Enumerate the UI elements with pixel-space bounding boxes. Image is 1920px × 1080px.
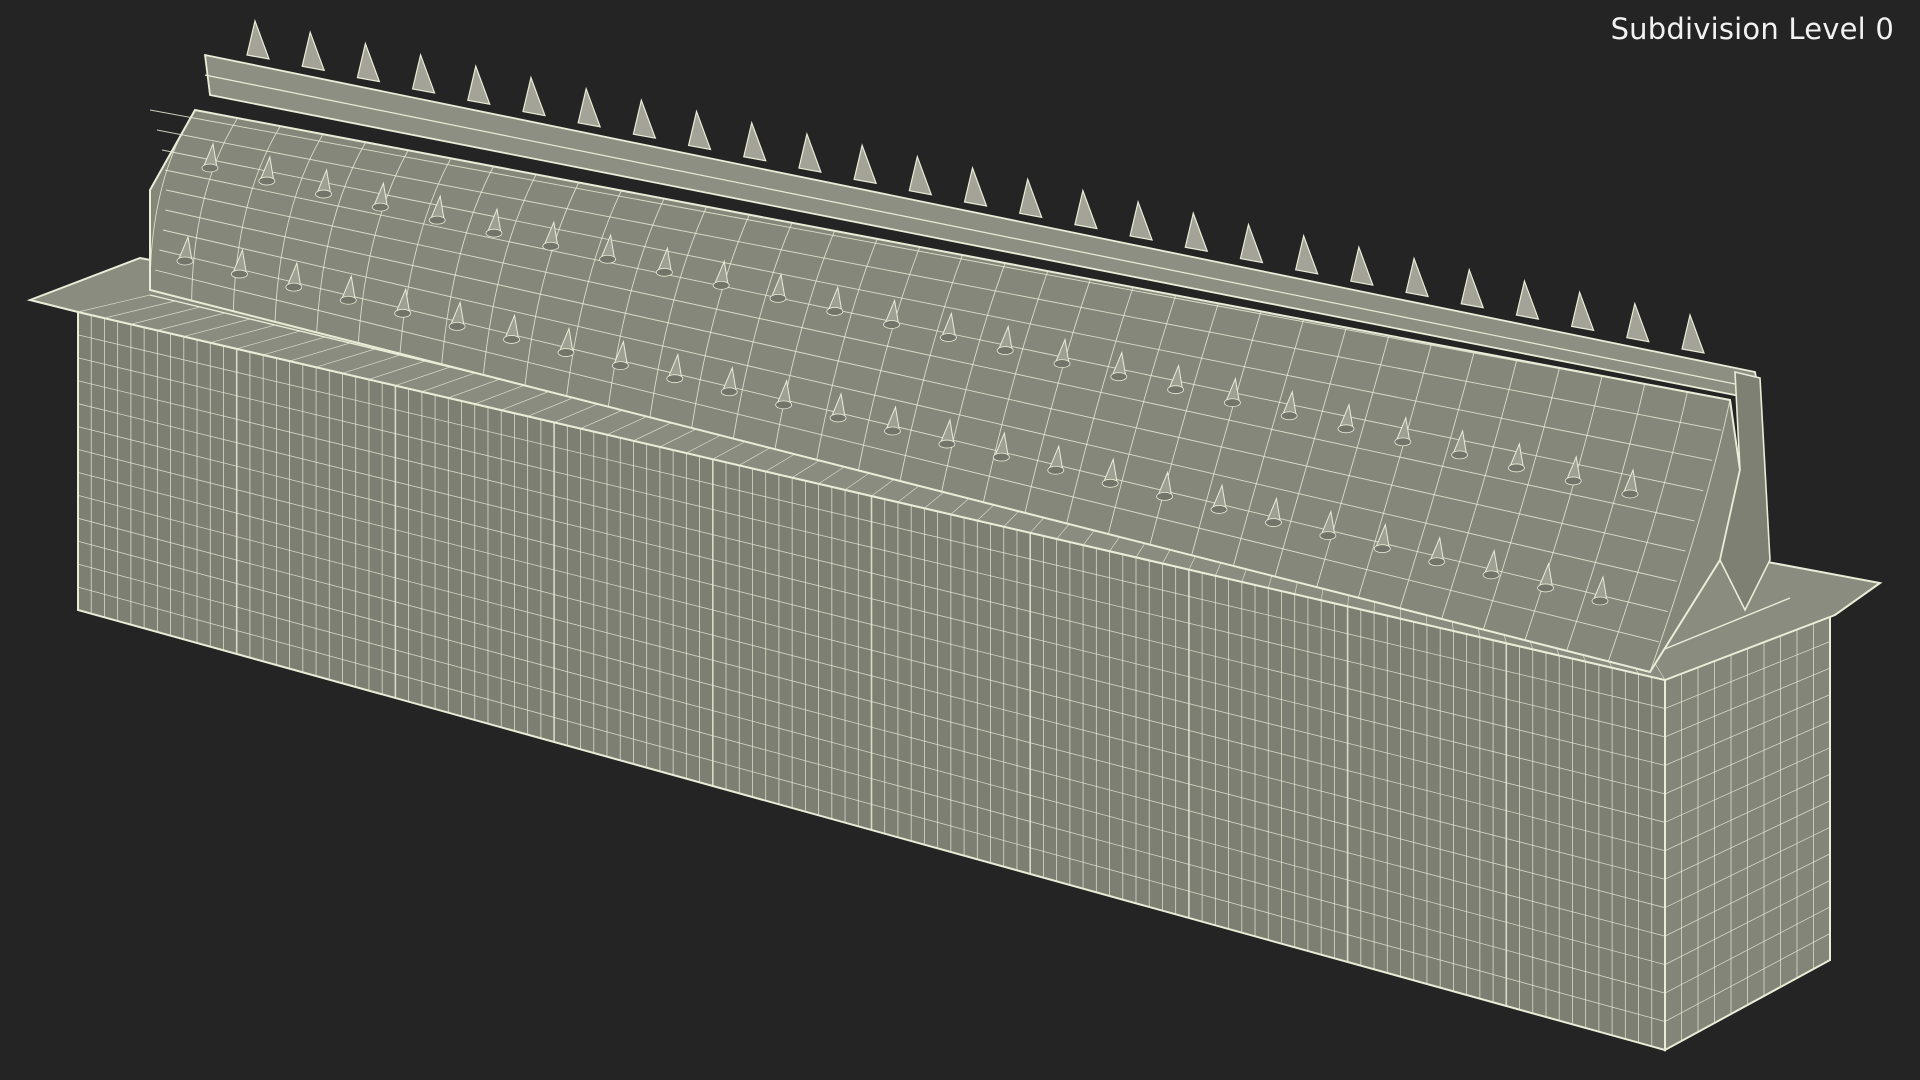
drum-spike-base <box>992 452 1010 462</box>
drum-spike-base <box>371 202 389 212</box>
wireframe-model <box>26 18 1883 1052</box>
top-rail-spike <box>1074 188 1098 230</box>
drum-spike-base <box>1167 385 1184 395</box>
drum-spike-base <box>938 439 956 449</box>
drum-spike-base <box>1591 596 1609 606</box>
drum-spike-base <box>285 282 303 292</box>
top-rail-spike <box>1515 278 1540 320</box>
drum-spike-base <box>258 176 276 186</box>
drum-spike-base <box>1428 557 1446 567</box>
top-rail-spike <box>577 86 602 128</box>
drum-spike-base <box>1210 505 1228 514</box>
drum-spike-base <box>611 361 629 371</box>
top-rail-spike <box>1681 312 1705 354</box>
drum-spike-base <box>428 215 446 225</box>
drum-spike-base <box>1394 437 1412 447</box>
drum-spike-base <box>1564 476 1582 486</box>
drum-spike-base <box>339 295 357 305</box>
top-rail-spike <box>687 109 712 151</box>
drum-spike-base <box>883 320 900 329</box>
top-rail-spike <box>1294 233 1319 275</box>
drum-spike-base <box>448 321 466 331</box>
drum-spike-base <box>201 163 219 173</box>
3d-viewport[interactable]: Subdivision Level 0 <box>0 0 1920 1080</box>
drum-spike-base <box>176 256 194 266</box>
drum-spike-base <box>769 293 787 303</box>
drum-spike-base <box>1224 398 1241 408</box>
top-rail-spike <box>908 154 933 196</box>
drum-spike-base <box>1508 463 1525 473</box>
top-rail-spike <box>411 52 436 94</box>
drum-spike-base <box>775 400 793 410</box>
drum-spike-base <box>1537 583 1554 593</box>
drum-spike-base <box>1337 424 1355 434</box>
top-rail-spike <box>1129 199 1154 241</box>
drum-spike-base <box>884 426 901 436</box>
drum-spike-base <box>666 374 684 384</box>
drum-spike-base <box>1482 570 1500 580</box>
subdivision-level-label: Subdivision Level 0 <box>1610 12 1894 46</box>
top-rail-spike <box>1460 267 1485 309</box>
top-rail-spike <box>1350 245 1374 286</box>
top-rail-spike <box>632 98 657 139</box>
top-rail-spike <box>522 75 546 117</box>
drum-spike-base <box>1053 359 1071 369</box>
top-rail-spike <box>1239 222 1264 264</box>
drum-spike-base <box>829 413 847 423</box>
drum-spike-base <box>720 387 738 397</box>
top-rail-spike <box>798 131 822 173</box>
drum-spike-base <box>1047 465 1065 475</box>
drum-spike-base <box>712 280 730 290</box>
drum-spike-base <box>231 269 248 279</box>
drum-spike-base <box>1621 489 1639 499</box>
drum-spike-base <box>1280 411 1298 421</box>
top-rail-spike <box>1570 290 1595 332</box>
top-rail-spike <box>743 120 767 162</box>
top-rail-spike <box>246 18 270 60</box>
top-rail-spike <box>356 41 381 83</box>
drum-spike-base <box>1265 518 1282 527</box>
drum-spike-base <box>315 189 333 199</box>
drum-spike-base <box>1373 544 1391 554</box>
top-rail-spike <box>1018 177 1043 219</box>
drum-spike-base <box>503 335 520 344</box>
drum-spike-base <box>394 308 412 318</box>
drum-spike-base <box>1110 372 1128 382</box>
drum-spike-base <box>1101 478 1119 488</box>
drum-spike-base <box>599 254 616 264</box>
drum-spike-base <box>1319 531 1337 541</box>
top-rail-spike <box>1184 211 1209 253</box>
drum-spike-base <box>656 267 673 277</box>
drum-spike-base <box>1451 450 1468 460</box>
drum-spike-base <box>996 346 1014 355</box>
top-rail-spike <box>963 165 988 207</box>
top-rail-spike <box>301 30 326 72</box>
top-rail-spike <box>467 64 491 106</box>
top-rail-spike <box>853 143 878 185</box>
top-rail-spike <box>1626 301 1650 343</box>
drum-spike-base <box>826 307 844 316</box>
drum-spike-base <box>485 228 503 238</box>
drum-spike-base <box>1156 491 1174 501</box>
drum-spike-base <box>557 348 575 357</box>
drum-spike-base <box>542 241 560 251</box>
top-rail-spike <box>1405 256 1429 298</box>
drum-spike-base <box>940 333 957 342</box>
